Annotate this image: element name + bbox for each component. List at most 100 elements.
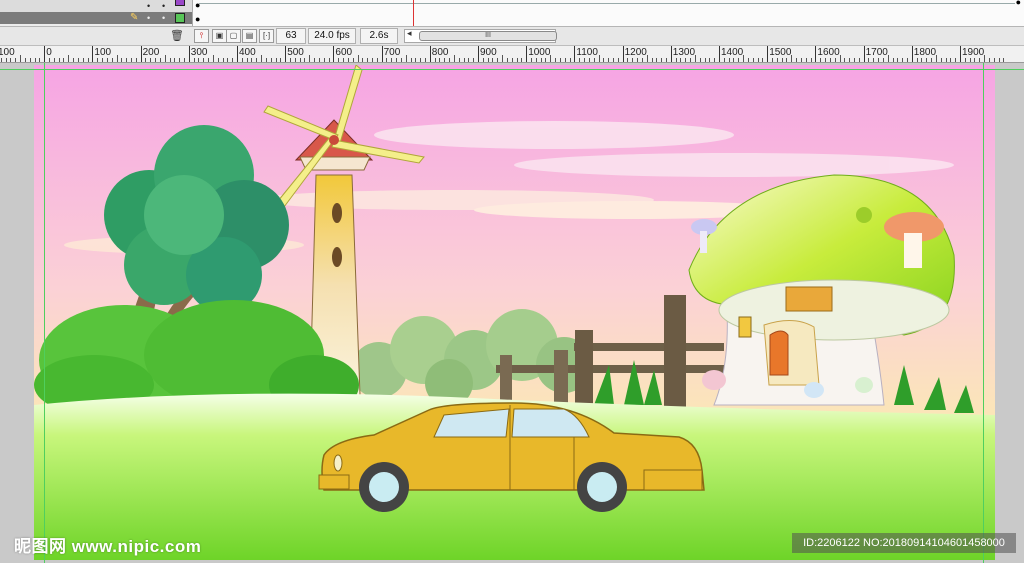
ruler-tick [237, 46, 238, 62]
ruler-minor-tick [193, 58, 195, 62]
center-frame-icon[interactable]: ⫯ [194, 29, 209, 43]
ruler-label: 1400 [721, 47, 744, 58]
ruler-minor-tick [680, 58, 682, 62]
ruler-label: 1900 [962, 47, 985, 58]
ruler-tick [188, 46, 190, 62]
ruler-minor-tick [950, 58, 952, 62]
ruler-minor-tick [752, 58, 754, 62]
scrollbar-thumb[interactable]: III [419, 31, 557, 41]
trash-icon[interactable]: 🗑 [170, 29, 184, 42]
watermark-id: ID:2206122 NO:20180914104601458000 [792, 533, 1016, 553]
ruler-minor-tick [993, 58, 995, 62]
dot-icon[interactable]: • [147, 12, 150, 24]
ruler-minor-tick [111, 58, 113, 62]
stage-canvas[interactable] [34, 65, 995, 560]
frame-rate-field[interactable]: 24.0 fps [308, 28, 356, 44]
ruler-minor-tick [979, 58, 981, 62]
ruler-minor-tick [424, 58, 426, 62]
ruler-minor-tick [661, 58, 663, 62]
dot-icon[interactable]: • [147, 0, 150, 12]
ruler-minor-tick [169, 58, 171, 62]
ruler-tick [863, 46, 865, 62]
ruler-minor-tick [988, 58, 990, 62]
ruler-minor-tick [20, 55, 22, 62]
playhead[interactable] [413, 0, 414, 26]
elapsed-time-field: 2.6s [360, 28, 398, 44]
ruler-tick [381, 46, 383, 62]
dot-icon[interactable]: • [162, 12, 165, 24]
timeline-scrollbar[interactable]: ◂ III [404, 28, 557, 43]
ruler-minor-tick [126, 58, 128, 62]
ruler-minor-tick [376, 58, 378, 62]
ruler-minor-tick [294, 58, 296, 62]
layer-color-swatch[interactable] [175, 0, 185, 6]
ruler-minor-tick [222, 58, 224, 62]
dot-icon[interactable]: • [162, 0, 165, 12]
ruler-minor-tick [174, 58, 176, 62]
ruler-label: 900 [480, 47, 497, 58]
ruler-minor-tick [699, 58, 701, 62]
ruler-minor-tick [834, 58, 836, 62]
ruler-minor-tick [868, 58, 870, 62]
layer-row-selected[interactable]: ✎ • • [0, 12, 192, 24]
ruler-minor-tick [637, 58, 639, 62]
timeline-footer: 🗑 ⫯ ▣ ▢ ▤ [·] 63 24.0 fps 2.6s ◂ III [0, 27, 1024, 46]
keyframe-icon[interactable]: ● [1016, 0, 1021, 7]
scroll-left-icon[interactable]: ◂ [407, 28, 412, 39]
layer-row[interactable]: • • [0, 0, 192, 12]
ruler-minor-tick [410, 58, 412, 62]
ruler-minor-tick [10, 58, 12, 62]
ruler-minor-tick [887, 55, 889, 62]
ruler-tick [429, 46, 431, 62]
ruler-minor-tick [444, 58, 446, 62]
ruler-minor-tick [77, 58, 79, 62]
layer-color-swatch[interactable] [175, 13, 185, 23]
ruler-minor-tick [420, 58, 422, 62]
frames-panel[interactable]: ● ● ● [192, 0, 1024, 26]
ruler-minor-tick [776, 58, 778, 62]
ruler-minor-tick [998, 58, 1000, 62]
ruler-minor-tick [892, 58, 894, 62]
ruler-minor-tick [24, 58, 26, 62]
ruler-minor-tick [458, 58, 460, 62]
ruler-minor-tick [844, 58, 846, 62]
ruler-minor-tick [882, 58, 884, 62]
ruler-label: 1200 [624, 47, 647, 58]
ruler-minor-tick [371, 58, 373, 62]
ruler-minor-tick [318, 58, 320, 62]
keyframe-icon[interactable]: ● [195, 0, 200, 10]
ruler-minor-tick [564, 58, 566, 62]
ruler-minor-tick [492, 58, 494, 62]
ruler-minor-tick [588, 58, 590, 62]
ruler-minor-tick [800, 58, 802, 62]
modify-markers-icon[interactable]: [·] [259, 29, 274, 43]
ruler-minor-tick [675, 58, 677, 62]
edit-multiple-frames-icon[interactable]: ▤ [242, 29, 257, 43]
ruler-minor-tick [29, 58, 31, 62]
stage-guide-left [44, 63, 45, 563]
ruler-minor-tick [709, 58, 711, 62]
ruler-tick [815, 46, 817, 62]
ruler-minor-tick [468, 58, 470, 62]
ruler-label: 1300 [672, 47, 696, 58]
ruler-minor-tick [641, 58, 643, 62]
stage-guide-top [0, 69, 1024, 70]
ruler-label: 1700 [865, 47, 888, 58]
onion-outline-icon[interactable]: ▢ [226, 29, 241, 43]
ruler-minor-tick [502, 55, 504, 62]
keyframe-icon[interactable]: ● [195, 14, 200, 24]
ruler-minor-tick [796, 58, 798, 62]
ruler-label: 500 [287, 47, 304, 58]
ruler-minor-tick [656, 58, 658, 62]
ruler-minor-tick [232, 58, 234, 62]
ruler-tick [44, 46, 46, 62]
ruler-minor-tick [839, 55, 841, 62]
ruler-minor-tick [665, 58, 667, 62]
ruler-minor-tick [497, 58, 499, 62]
current-frame-field[interactable]: 63 [276, 28, 306, 44]
ruler-minor-tick [747, 58, 749, 62]
ruler-minor-tick [569, 58, 571, 62]
stage-pasteboard [0, 63, 1024, 563]
watermark-site-url: www.nipic.com [71, 537, 202, 556]
onion-skin-icon[interactable]: ▣ [212, 29, 227, 43]
